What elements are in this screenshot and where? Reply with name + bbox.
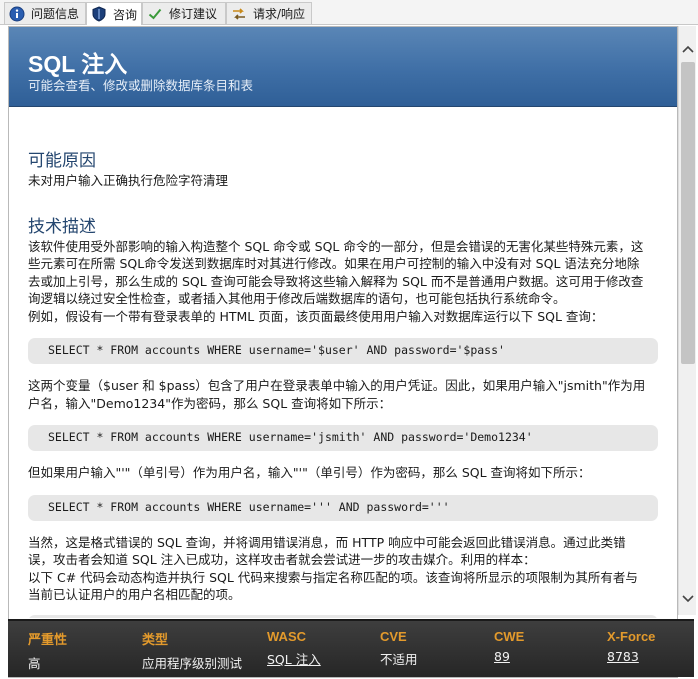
text-line: 误，攻击者会知道 SQL 注入已成功，这样攻击者就会尝试进一步的攻击媒介。利用的… <box>28 552 536 567</box>
summary-label: 类型 <box>142 632 169 647</box>
summary-type: 类型 应用程序级别测试 <box>142 629 242 672</box>
tab-label: 咨询 <box>113 7 138 22</box>
text-line: 些元素可在所需 SQL命令发送到数据库时对其进行修改。如果在用户可控制的输入中没… <box>28 256 640 271</box>
text-line: 户名，输入"Demo1234"作为密码，那么 SQL 查询将如下所示： <box>28 395 392 411</box>
vertical-scrollbar[interactable] <box>678 26 696 615</box>
checkmark-icon <box>147 6 163 22</box>
text-line: 当然，这是格式错误的 SQL 查询，并将调用错误消息，而 HTTP 响应中可能会… <box>28 534 626 550</box>
tab-advisory[interactable]: 咨询 <box>86 2 142 25</box>
info-icon <box>9 6 25 22</box>
issue-summary-bar: 严重性 高 类型 应用程序级别测试 WASC SQL 注入 CVE 不适用 CW… <box>8 619 694 677</box>
text-line: 例如，假设有一个带有登录表单的 HTML 页面，该页面最终使用用户输入对数据库运… <box>28 308 604 324</box>
advisory-title: SQL 注入 <box>28 51 128 77</box>
technical-paragraph-2: 这两个变量（$user 和 $pass）包含了用户在登录表单中输入的用户凭证。因… <box>28 377 658 412</box>
text-line: 该软件使用受外部影响的输入构造整个 SQL 命令或 SQL 命令的一部分，但是会… <box>28 238 644 254</box>
technical-paragraph-4: 当然，这是格式错误的 SQL 查询，并将调用错误消息，而 HTTP 响应中可能会… <box>28 534 658 604</box>
tab-label: 问题信息 <box>31 7 80 21</box>
summary-cwe: CWE 89 <box>494 629 524 664</box>
text-line: 当前已认证用户的用户名相匹配的项。 <box>28 587 241 602</box>
summary-cve: CVE 不适用 <box>380 629 418 668</box>
advisory-content: 可能原因 未对用户输入正确执行危险字符清理 技术描述 该软件使用受外部影响的输入… <box>9 108 677 618</box>
text-line: 以下 C# 代码会动态构造并执行 SQL 代码来搜索与指定名称匹配的项。该查询将… <box>28 569 638 585</box>
tab-fix-recommendation[interactable]: 修订建议 <box>142 2 226 24</box>
shield-icon <box>91 6 107 22</box>
summary-value: 不适用 <box>380 652 418 667</box>
technical-paragraph-3: 但如果用户输入"'"（单引号）作为用户名，输入"'"（单引号）作为密码，那么 S… <box>28 465 591 480</box>
scroll-down-button[interactable] <box>679 590 697 607</box>
scroll-up-button[interactable] <box>679 40 697 57</box>
cause-text: 未对用户输入正确执行危险字符清理 <box>28 173 229 188</box>
chevron-up-icon <box>682 45 694 53</box>
summary-label: CVE <box>380 629 407 644</box>
tab-request-response[interactable]: 请求/响应 <box>226 2 312 24</box>
code-block-1: SELECT * FROM accounts WHERE username='$… <box>28 338 658 364</box>
advisory-panel: SQL 注入 可能会查看、修改或删除数据库条目和表 可能原因 未对用户输入正确执… <box>8 26 678 678</box>
code-block-2: SELECT * FROM accounts WHERE username='j… <box>28 425 658 451</box>
text-line: 这两个变量（$user 和 $pass）包含了用户在登录表单中输入的用户凭证。因… <box>28 378 646 393</box>
chevron-down-icon <box>682 594 694 602</box>
code-block-4 <box>28 614 658 618</box>
summary-value: 高 <box>28 656 41 671</box>
text-line: 去或加上引号，那么生成的 SQL 查询可能会导致将这些输入解释为 SQL 而不是… <box>28 273 644 289</box>
cause-heading: 可能原因 <box>28 151 96 171</box>
tab-bar: 问题信息 咨询 修订建议 请求/响应 <box>0 0 698 25</box>
tab-label: 请求/响应 <box>253 7 306 21</box>
technical-heading: 技术描述 <box>28 216 96 237</box>
advisory-subtitle: 可能会查看、修改或删除数据库条目和表 <box>28 78 254 93</box>
tab-label: 修订建议 <box>169 7 218 21</box>
scrollbar-thumb[interactable] <box>681 62 695 364</box>
summary-wasc: WASC SQL 注入 <box>267 629 321 668</box>
summary-label: 严重性 <box>28 632 68 647</box>
summary-label: WASC <box>267 629 306 644</box>
summary-label: X-Force <box>607 629 656 644</box>
summary-value: 应用程序级别测试 <box>142 656 243 671</box>
technical-paragraph-1: 该软件使用受外部影响的输入构造整个 SQL 命令或 SQL 命令的一部分，但是会… <box>28 238 658 326</box>
cwe-link[interactable]: 89 <box>494 649 524 664</box>
summary-xforce: X-Force 8783 <box>607 629 655 664</box>
tab-issue-info[interactable]: 问题信息 <box>4 2 86 24</box>
advisory-banner: SQL 注入 可能会查看、修改或删除数据库条目和表 <box>9 27 677 107</box>
text-line: 询逻辑以绕过安全性检查，或者插入其他用于修改后端数据库的语句，也可能包括执行系统… <box>28 291 566 306</box>
xforce-link[interactable]: 8783 <box>607 649 655 664</box>
exchange-arrows-icon <box>231 6 247 22</box>
code-block-3: SELECT * FROM accounts WHERE username=''… <box>28 494 658 521</box>
summary-label: CWE <box>494 629 525 644</box>
summary-severity: 严重性 高 <box>28 629 67 672</box>
wasc-link[interactable]: SQL 注入 <box>267 649 321 668</box>
